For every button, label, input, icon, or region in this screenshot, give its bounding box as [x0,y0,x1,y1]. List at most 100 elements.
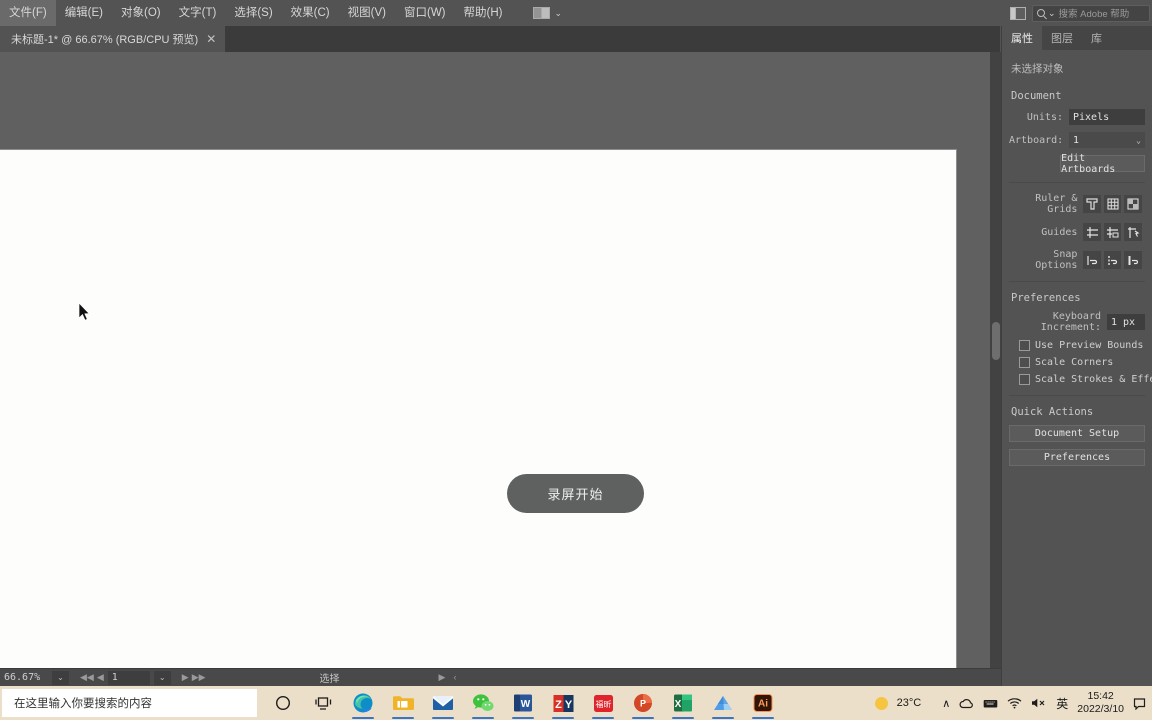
menu-select[interactable]: 选择(S) [225,0,281,26]
transparency-grid-icon[interactable] [1124,195,1142,213]
preferences-button[interactable]: Preferences [1009,449,1145,466]
taskbar-task-view[interactable] [303,686,343,720]
menu-help[interactable]: 帮助(H) [455,0,512,26]
taskbar-excel[interactable]: X [663,686,703,720]
menu-window[interactable]: 窗口(W) [395,0,455,26]
windows-taskbar: 在这里输入你要搜索的内容 W Z Y 福昕 P X Ai 23°C ∧ 英 15… [0,686,1152,720]
artboard-dropdown-chevron-icon[interactable]: ⌄ [153,670,171,685]
next-artboard-icon[interactable]: ▶ [182,672,189,683]
cloud-icon[interactable] [959,698,974,709]
menu-file[interactable]: 文件(F) [0,0,56,26]
artboard-row: Artboard: 1 ⌄ [1009,132,1145,148]
notification-icon[interactable] [1133,697,1146,710]
canvas-area[interactable]: 录屏开始 选择椭圆工具，按shift,同时拖动鼠标，根据所需要的大小，画圆 [0,52,990,668]
snap-to-point-icon[interactable] [1083,251,1101,269]
canvas-vertical-scrollbar[interactable] [990,52,1001,668]
back-icon[interactable]: ‹ [453,672,456,683]
scale-corners-row[interactable]: Scale Corners [1009,357,1145,368]
checkbox[interactable] [1019,340,1030,351]
taskbar-powerpoint[interactable]: P [623,686,663,720]
checkbox[interactable] [1019,374,1030,385]
menu-edit[interactable]: 编辑(E) [56,0,112,26]
workspace-icon [533,7,551,19]
taskbar-search-input[interactable]: 在这里输入你要搜索的内容 [2,689,257,717]
checkbox[interactable] [1019,357,1030,368]
scale-strokes-effects-row[interactable]: Scale Strokes & Effects [1009,374,1152,385]
divider [1009,182,1145,183]
mouse-cursor-icon [78,303,90,321]
edit-artboards-button[interactable]: Edit Artboards [1060,153,1145,175]
ime-indicator[interactable]: 英 [1056,695,1068,712]
snap-options-label: Snap Options [1035,249,1078,271]
no-selection-label: 未选择对象 [1011,63,1064,75]
current-tool-label[interactable]: 选择 [320,670,340,685]
taskbar-edge[interactable] [343,686,383,720]
lock-guides-icon[interactable] [1103,223,1122,241]
show-guides-icon[interactable] [1083,223,1101,241]
tab-properties[interactable]: 属性 [1002,26,1042,50]
chevron-down-icon: ⌄ [1048,7,1056,18]
ruler-icon[interactable] [1083,195,1101,213]
prev-artboard-icon[interactable]: ◀ [97,672,104,683]
snap-to-pixel-icon[interactable] [1124,251,1142,269]
panel-tab-bar: 属性 图层 库 [1002,26,1152,50]
record-screen-button[interactable]: 录屏开始 [507,474,644,513]
keyboard-increment-row: Keyboard Increment: 1 px [1009,311,1145,333]
taskbar-wechat[interactable] [463,686,503,720]
menu-bar: 文件(F) 编辑(E) 对象(O) 文字(T) 选择(S) 效果(C) 视图(V… [0,0,1152,26]
task-view-icon [314,696,331,710]
last-artboard-icon[interactable]: ▶▶ [192,672,206,683]
zoom-dropdown-chevron-icon[interactable]: ⌄ [52,670,69,685]
close-icon[interactable]: ✕ [206,33,216,45]
system-tray: 23°C ∧ 英 15:42 2022/3/10 [874,690,1152,716]
guides-row: Guides [1009,223,1145,241]
play-icon[interactable]: ▶ [439,672,446,683]
help-search-input[interactable]: ⌄ 搜索 Adobe 帮助 [1032,4,1150,22]
red-app-icon: 福昕 [593,694,613,712]
workspace-switcher[interactable]: ⌄ [529,5,566,21]
taskbar-illustrator[interactable]: Ai [743,686,783,720]
volume-mute-icon[interactable] [1031,697,1047,709]
mail-icon [432,696,454,710]
document-tab[interactable]: 未标题-1* @ 66.67% (RGB/CPU 预览) ✕ [0,26,227,52]
document-setup-button[interactable]: Document Setup [1009,425,1145,442]
menu-type[interactable]: 文字(T) [170,0,226,26]
tab-layers[interactable]: 图层 [1042,26,1082,50]
taskbar-file-explorer[interactable] [383,686,423,720]
taskbar-mail[interactable] [423,686,463,720]
powerpoint-icon: P [634,694,652,712]
units-select[interactable]: Pixels [1069,109,1145,125]
taskbar-drive[interactable] [703,686,743,720]
taskbar-word[interactable]: W [503,686,543,720]
first-artboard-icon[interactable]: ◀◀ [80,672,94,683]
taskbar-zy[interactable]: Z Y [543,686,583,720]
status-bar: 66.67% ⌄ ◀◀ ◀ 1 ⌄ ▶ ▶▶ 选择 ▶ ‹ [0,668,1001,686]
clock-time: 15:42 [1087,689,1114,702]
wifi-icon[interactable] [1007,697,1022,709]
tab-library[interactable]: 库 [1082,26,1111,50]
panel-toggle-icon[interactable] [1010,6,1026,20]
scrollbar-thumb[interactable] [991,322,1000,360]
taskbar-cortana[interactable] [263,686,303,720]
snap-to-grid-icon[interactable] [1103,251,1122,269]
preferences-section-title: Preferences [1011,292,1081,304]
keyboard-icon[interactable] [983,698,998,709]
menu-effect[interactable]: 效果(C) [282,0,339,26]
smart-guides-icon[interactable] [1124,223,1142,241]
artboard-number-field[interactable]: 1 [107,670,150,685]
chevron-up-icon[interactable]: ∧ [942,697,950,710]
artboard[interactable]: 录屏开始 选择椭圆工具，按shift,同时拖动鼠标，根据所需要的大小，画圆 [0,149,957,668]
search-icon [1037,9,1045,17]
clock[interactable]: 15:42 2022/3/10 [1077,690,1124,716]
menu-view[interactable]: 视图(V) [339,0,395,26]
menu-object[interactable]: 对象(O) [112,0,170,26]
zoom-level-value[interactable]: 66.67% [4,672,48,683]
use-preview-bounds-row[interactable]: Use Preview Bounds [1009,340,1145,351]
grid-icon[interactable] [1103,195,1122,213]
taskbar-red-app[interactable]: 福昕 [583,686,623,720]
weather-temperature[interactable]: 23°C [897,697,922,709]
keyboard-increment-input[interactable]: 1 px [1107,314,1145,330]
artboard-select[interactable]: 1 ⌄ [1069,132,1145,148]
scale-corners-label: Scale Corners [1035,357,1114,368]
excel-icon: X [674,694,692,712]
